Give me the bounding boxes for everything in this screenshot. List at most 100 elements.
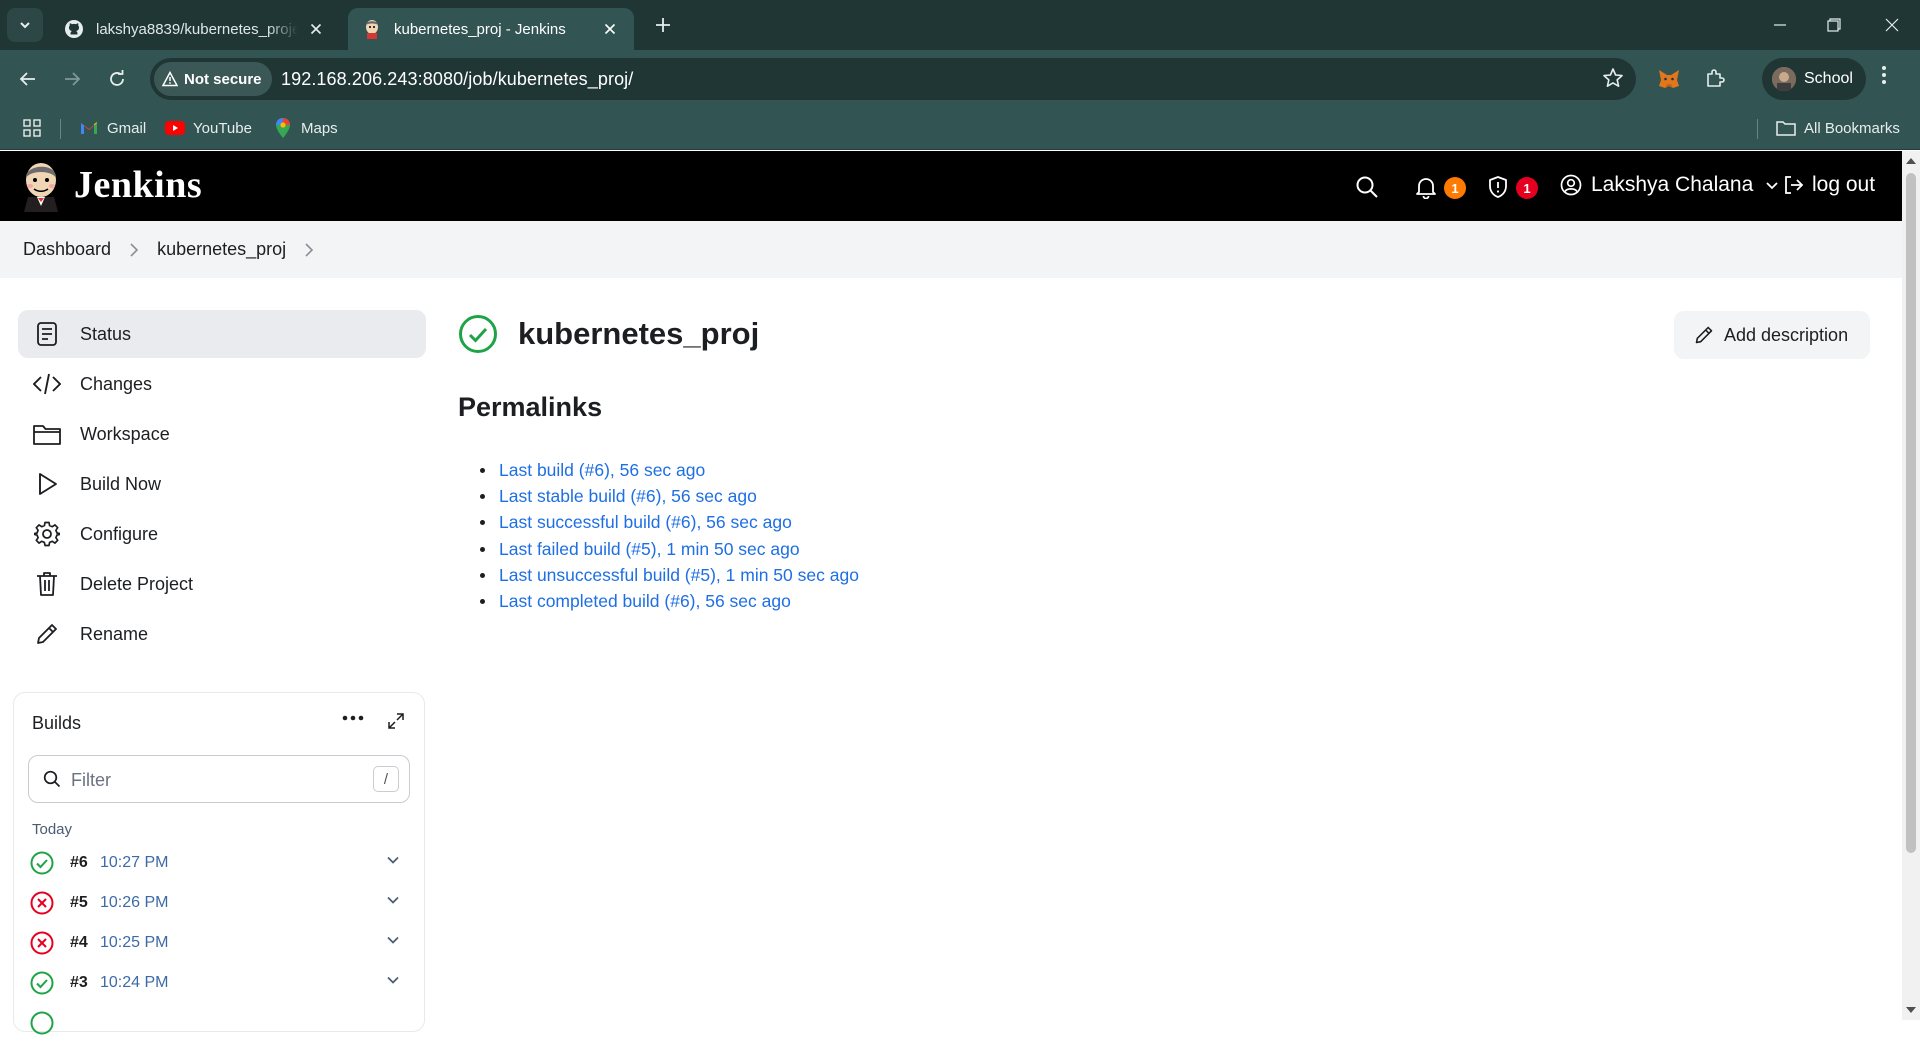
profile-chip[interactable]: School: [1762, 58, 1866, 100]
user-menu[interactable]: Lakshya Chalana: [1560, 173, 1788, 197]
sidebar-item-workspace[interactable]: Workspace: [18, 410, 426, 458]
bookmark-maps[interactable]: Maps: [273, 118, 338, 138]
bell-icon[interactable]: [1412, 173, 1440, 201]
sidebar-item-changes[interactable]: Changes: [18, 360, 426, 408]
back-button[interactable]: [11, 62, 45, 96]
forward-button[interactable]: [55, 62, 89, 96]
apps-grid-icon[interactable]: [22, 118, 42, 138]
success-icon: [28, 969, 56, 997]
logout-button[interactable]: log out: [1782, 173, 1875, 197]
build-number[interactable]: #5: [70, 894, 100, 912]
build-number[interactable]: #3: [70, 974, 100, 992]
build-time[interactable]: 10:24 PM: [100, 974, 168, 992]
close-window-button[interactable]: [1864, 0, 1920, 50]
breadcrumb-project[interactable]: kubernetes_proj: [157, 239, 286, 260]
breadcrumb-dashboard[interactable]: Dashboard: [23, 239, 111, 260]
jenkins-icon: [362, 19, 382, 39]
filter-input[interactable]: [71, 768, 361, 792]
tab-jenkins[interactable]: kubernetes_proj - Jenkins: [348, 8, 634, 50]
security-label: Not secure: [184, 70, 262, 88]
url-text[interactable]: 192.168.206.243:8080/job/kubernetes_proj…: [281, 69, 633, 90]
permalink-last-stable-build[interactable]: Last stable build (#6), 56 sec ago: [499, 486, 757, 507]
add-description-button[interactable]: Add description: [1674, 311, 1870, 359]
search-icon: [43, 770, 61, 788]
tab-search-button[interactable]: [7, 8, 43, 42]
builds-title: Builds: [32, 713, 82, 733]
extensions-puzzle-icon[interactable]: [1700, 64, 1730, 94]
chevron-down-icon[interactable]: [386, 933, 400, 947]
permalink-last-failed-build[interactable]: Last failed build (#5), 1 min 50 sec ago: [499, 539, 800, 560]
jenkins-brand[interactable]: Jenkins: [74, 163, 202, 207]
build-row[interactable]: #6 10:27 PM: [28, 845, 410, 881]
shield-icon[interactable]: [1484, 173, 1512, 201]
more-options-icon[interactable]: [342, 715, 364, 721]
build-number[interactable]: #6: [70, 854, 100, 872]
minimize-button[interactable]: [1752, 0, 1808, 50]
sidebar-item-configure[interactable]: Configure: [18, 510, 426, 558]
metamask-extension-icon[interactable]: [1654, 64, 1684, 94]
plus-icon: [656, 18, 670, 32]
github-icon: [64, 19, 84, 39]
close-icon[interactable]: [306, 19, 326, 39]
chevron-right-icon[interactable]: [304, 242, 314, 257]
new-tab-button[interactable]: [650, 12, 676, 38]
page-scrollbar[interactable]: [1902, 151, 1920, 1020]
security-badge: 1: [1516, 177, 1538, 199]
build-row[interactable]: [28, 1005, 410, 1041]
build-time[interactable]: 10:26 PM: [100, 894, 168, 912]
reload-button[interactable]: [100, 62, 134, 96]
security-chip[interactable]: Not secure: [154, 62, 272, 96]
build-row[interactable]: #5 10:26 PM: [28, 885, 410, 921]
sidebar-item-label: Rename: [80, 623, 149, 644]
address-bar[interactable]: Not secure 192.168.206.243:8080/job/kube…: [150, 58, 1636, 100]
sidebar-item-status[interactable]: Status: [18, 310, 426, 358]
sidebar-item-delete-project[interactable]: Delete Project: [18, 560, 426, 608]
scrollbar-thumb[interactable]: [1906, 173, 1916, 853]
breadcrumb: Dashboard kubernetes_proj: [0, 221, 1902, 278]
close-icon[interactable]: [600, 19, 620, 39]
bookmark-gmail[interactable]: Gmail: [79, 118, 146, 138]
chevron-right-icon: [129, 242, 139, 257]
permalink-last-successful-build[interactable]: Last successful build (#6), 56 sec ago: [499, 512, 792, 533]
expand-icon[interactable]: [388, 713, 404, 729]
build-row[interactable]: #3 10:24 PM: [28, 965, 410, 1001]
tab-github[interactable]: lakshya8839/kubernetes_project: [50, 8, 340, 50]
failed-icon: [28, 889, 56, 917]
build-time[interactable]: 10:27 PM: [100, 854, 168, 872]
restore-button[interactable]: [1806, 0, 1862, 50]
chevron-down-icon[interactable]: [386, 853, 400, 867]
jenkins-logo-icon[interactable]: [22, 160, 60, 212]
bookmark-star-icon[interactable]: [1602, 67, 1624, 89]
minimize-icon: [1774, 24, 1786, 26]
search-icon[interactable]: [1353, 173, 1381, 201]
chevron-down-icon: [20, 22, 30, 29]
permalink-last-unsuccessful-build[interactable]: Last unsuccessful build (#5), 1 min 50 s…: [499, 565, 859, 586]
folder-icon: [1776, 118, 1796, 138]
sidebar-item-rename[interactable]: Rename: [18, 610, 426, 658]
play-icon: [32, 469, 62, 499]
permalinks-list: Last build (#6), 56 sec ago Last stable …: [480, 457, 859, 615]
side-panel: Status Changes Workspace Build Now Confi…: [18, 310, 426, 660]
sidebar-item-label: Delete Project: [80, 573, 194, 594]
scroll-down-icon: [1906, 1007, 1916, 1013]
permalink-last-build[interactable]: Last build (#6), 56 sec ago: [499, 460, 705, 481]
chevron-down-icon: [1766, 182, 1778, 190]
keyboard-shortcut-hint: /: [373, 766, 399, 792]
builds-panel: Builds / Today #6 10:27 PM #5 10:26 PM: [13, 692, 425, 1035]
warning-icon: [162, 71, 178, 87]
build-row[interactable]: #4 10:25 PM: [28, 925, 410, 961]
browser-toolbar: Not secure 192.168.206.243:8080/job/kube…: [0, 50, 1920, 108]
chevron-down-icon[interactable]: [386, 973, 400, 987]
all-bookmarks-button[interactable]: All Bookmarks: [1776, 118, 1900, 138]
chevron-down-icon[interactable]: [386, 893, 400, 907]
divider: [1757, 119, 1758, 139]
jenkins-header: Jenkins 1 1 Lakshya Chalana log out: [0, 151, 1902, 221]
bookmark-youtube[interactable]: YouTube: [165, 118, 252, 138]
list-item: Last build (#6), 56 sec ago: [480, 457, 859, 483]
kebab-menu-icon[interactable]: [1880, 64, 1888, 86]
build-number[interactable]: #4: [70, 934, 100, 952]
permalink-last-completed-build[interactable]: Last completed build (#6), 56 sec ago: [499, 591, 791, 612]
sidebar-item-build-now[interactable]: Build Now: [18, 460, 426, 508]
page-header: kubernetes_proj: [458, 314, 759, 354]
build-time[interactable]: 10:25 PM: [100, 934, 168, 952]
